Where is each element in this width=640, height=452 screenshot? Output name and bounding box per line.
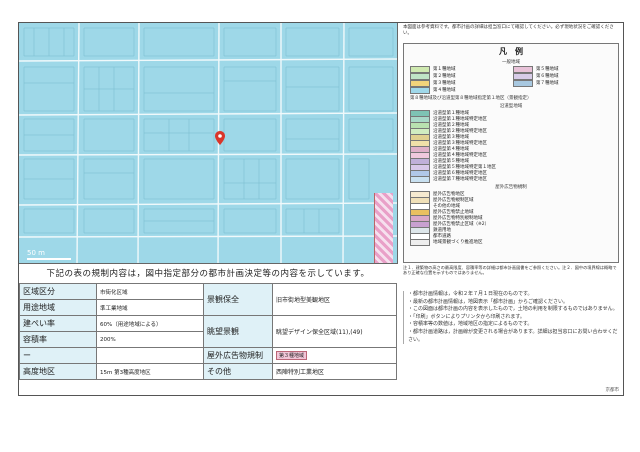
legend-label: 第７種地域 — [536, 81, 559, 86]
zoning-legend: 第１種地域 第５種地域第２種地域 第６種地域第３種地域 第７種地域第４種地域 — [404, 65, 618, 94]
legend-swatch — [513, 72, 533, 80]
footer-label: 京都市 — [605, 388, 620, 393]
coverage-label: 建ぺい率 — [19, 315, 97, 332]
legend-item: 第３種地域 — [410, 79, 509, 87]
use-zone-label: 用途地域 — [19, 299, 97, 316]
legend-swatch — [513, 65, 533, 73]
view-label: 眺望景観 — [203, 315, 273, 348]
legend-swatch — [513, 79, 533, 87]
legend-label: 第１種地域 — [433, 67, 456, 72]
legend-section-zoning: 一般地域 — [502, 60, 520, 65]
legend-section-roadside: 沿道型地域 — [499, 104, 523, 109]
note-line: ・都市計画道路は，計画線が変更される場合があります。詳細は担当窓口にお問い合わせ… — [408, 328, 618, 343]
dash-label: ー — [19, 347, 97, 364]
legend-swatch — [410, 86, 430, 94]
area-division-value: 市街化区域 — [96, 283, 204, 300]
table-row: 高度地区 15m 第3種高度地区 その他 西陣特別工業地区 — [19, 363, 397, 380]
other-label: その他 — [203, 363, 273, 380]
height-district-value: 15m 第3種高度地区 — [96, 363, 204, 380]
legend-item: 第５種地域 — [513, 65, 612, 73]
legend-item: 第４種地域 — [410, 86, 509, 94]
legend-label: 第２種地域 — [433, 74, 456, 79]
floor-ratio-value: 200% — [96, 331, 204, 348]
table-row: 区域区分 市街化区域 景観保全 旧市街地型美観地区 — [19, 283, 397, 316]
scale-bar: 50 m — [27, 249, 71, 260]
note-line: ・この図面は都市計画の内容を表示したもので，土地の利用を制限するものではありませ… — [408, 306, 618, 313]
legend-title: 凡 例 — [499, 47, 523, 56]
signage-badge: 第３種地域 — [276, 351, 308, 360]
signage-value: 第３種地域 — [272, 347, 397, 364]
dash-value — [96, 347, 204, 364]
legend-item: 第１種地域 — [410, 65, 509, 73]
legend-label: 第６種地域 — [536, 74, 559, 79]
legend-item: 第７種地域 — [513, 79, 612, 87]
legend-zoning-note: 第８種地域及び沿道型第８種地域指定第１地区（景観指定） — [410, 96, 532, 101]
top-note: 本図面は参考資料です。都市計画の詳細は担当窓口にて確認してください。必ず現地状況… — [403, 25, 614, 36]
legend-item: 地域景観づくり推進地区 — [410, 238, 612, 246]
table-caption: 下記の表の規制内容は，図中指定部分の都市計画決定等の内容を示しています。 — [46, 269, 370, 279]
regulation-table: 区域区分 市街化区域 景観保全 旧市街地型美観地区 用途地域 準工業地域 建ぺい… — [19, 283, 397, 380]
legend-section-district: 屋外広告物規制 — [495, 185, 527, 190]
legend-label: 第３種地域 — [433, 81, 456, 86]
landscape-label: 景観保全 — [203, 283, 273, 316]
legend-item: 第６種地域 — [513, 72, 612, 80]
other-value: 西陣特別工業地区 — [272, 363, 397, 380]
legend-label: 第５種地域 — [536, 67, 559, 72]
view-value: 眺望デザイン保全区域(11),(49) — [272, 315, 397, 348]
legend-swatch — [410, 65, 430, 73]
legend-item: 沿道型第７種地域特定地区 — [410, 175, 612, 183]
note-line: ・容積率等の数値は，地域地区の指定によるものです。 — [408, 321, 533, 328]
legend-swatch — [410, 238, 430, 246]
mid-notes: 注１．建築物の高さの最高限度、容積率等の詳細は都市計画図書をご参照ください。注２… — [403, 265, 617, 276]
table-row: 建ぺい率 60%（用途地域による） 眺望景観 眺望デザイン保全区域(11),(4… — [19, 315, 397, 348]
legend-panel: 凡 例 一般地域 第１種地域 第５種地域 第２種地域 第６種地域 第３種地域 第７種地域第… — [403, 43, 619, 263]
legend-item: 第２種地域 — [410, 72, 509, 80]
floor-ratio-label: 容積率 — [19, 331, 97, 348]
roadside-legend: 沿道型第１種地域 沿道型第１種地域特定地区 沿道型第２種地域 沿道型第２種地域特定地区… — [404, 109, 618, 183]
right-notes: ・都市計画情報は，令和２年７月１日現在のものです。 ・最新の都市計画情報は，地図… — [403, 291, 622, 345]
map-view[interactable]: 50 m — [19, 23, 398, 264]
district-legend: 屋外広告物地区 屋外広告物規制区域 その他の地域 屋外広告物禁止地域 屋外広告物特別規制… — [404, 190, 618, 246]
area-division-label: 区域区分 — [19, 283, 97, 300]
street-grid — [19, 23, 397, 263]
legend-label: 沿道型第７種地域特定地区 — [433, 177, 487, 182]
use-zone-value: 準工業地域 — [96, 299, 204, 316]
legend-swatch — [410, 79, 430, 87]
legend-swatch — [410, 72, 430, 80]
legend-swatch — [410, 175, 430, 183]
map-sheet: 50 m 本図面は参考資料です。都市計画の詳細は担当窓口にて確認してください。必… — [18, 22, 624, 396]
note-line: ・都市計画情報は，令和２年７月１日現在のものです。 — [408, 291, 533, 297]
hatched-district-area — [374, 193, 393, 263]
legend-label: 地域景観づくり推進地区 — [433, 240, 483, 245]
scale-label: 50 m — [27, 249, 45, 257]
table-row: ー 屋外広告物規制 第３種地域 — [19, 347, 397, 364]
coverage-value: 60%（用途地域による） — [96, 315, 204, 332]
landscape-value: 旧市街地型美観地区 — [272, 283, 397, 316]
signage-label: 屋外広告物規制 — [203, 347, 273, 364]
legend-label: 第４種地域 — [433, 88, 456, 93]
height-district-label: 高度地区 — [19, 363, 97, 380]
